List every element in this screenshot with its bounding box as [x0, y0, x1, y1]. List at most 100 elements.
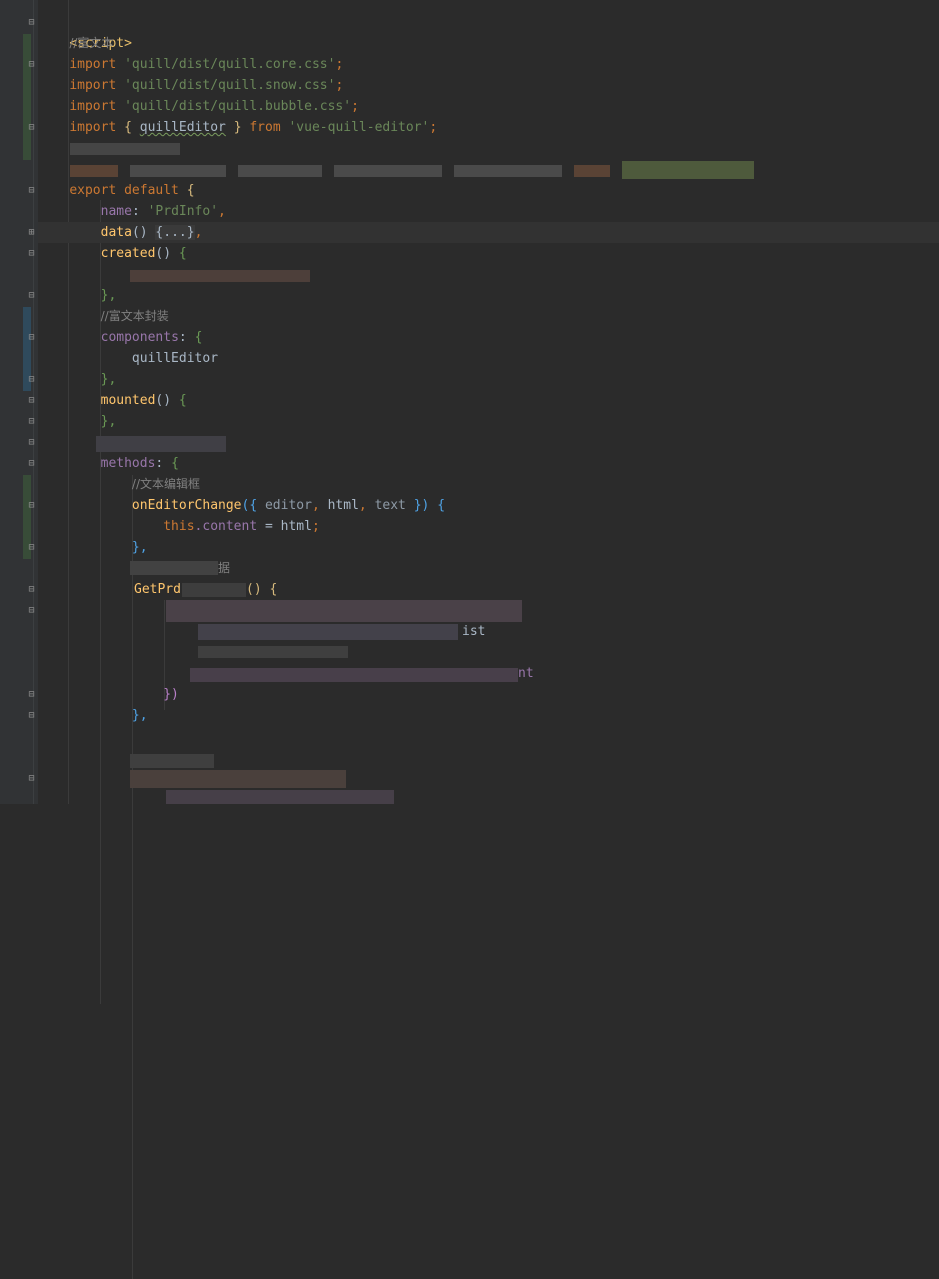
code-line[interactable]: components: { [38, 327, 203, 348]
redacted-code [70, 165, 118, 177]
fold-marker-icon[interactable]: ⊟ [27, 333, 36, 343]
code-line[interactable]: }) [38, 684, 179, 705]
code-line[interactable]: //富文本封装 [38, 306, 169, 327]
keyword: export default [69, 183, 179, 198]
function-name: data [100, 225, 132, 240]
code-line[interactable]: this.content = html; [38, 516, 320, 537]
code-line[interactable]: import 'quill/dist/quill.bubble.css'; [38, 96, 359, 117]
string: 'quill/dist/quill.snow.css' [124, 78, 336, 93]
identifier: quillEditor [131, 351, 219, 366]
comment: 据 [218, 561, 231, 575]
redacted-code [198, 646, 348, 658]
string: 'quill/dist/quill.core.css' [124, 57, 336, 72]
keyword: import [69, 78, 117, 93]
change-marker[interactable] [23, 34, 31, 160]
comment: //文本编辑框 [131, 477, 201, 491]
comment: //富文本封装 [100, 309, 169, 323]
code-line[interactable]: name: 'PrdInfo', [38, 201, 226, 222]
code-line[interactable]: }, [38, 285, 117, 306]
string: 'PrdInfo' [147, 204, 219, 219]
fold-marker-icon[interactable]: ⊟ [27, 438, 36, 448]
fold-marker-icon[interactable]: ⊟ [27, 501, 36, 511]
string: 'quill/dist/quill.bubble.css' [124, 99, 352, 114]
fold-marker-icon[interactable]: ⊟ [27, 774, 36, 784]
fold-marker-icon[interactable]: ⊟ [27, 417, 36, 427]
collapsed-block[interactable]: {...} [155, 225, 195, 240]
redacted-code [190, 668, 518, 682]
code-line[interactable]: mounted() { [38, 390, 187, 411]
fold-marker-icon[interactable]: ⊟ [27, 396, 36, 406]
fold-marker-icon[interactable]: ⊟ [27, 711, 36, 721]
code-line[interactable]: export default { [38, 180, 194, 201]
parameter: html [327, 498, 359, 513]
code-line[interactable]: import { quillEditor } from 'vue-quill-e… [38, 117, 437, 138]
fold-marker-icon[interactable]: ⊟ [27, 690, 36, 700]
function-name: onEditorChange [131, 498, 242, 513]
code-line[interactable]: ist [462, 621, 485, 642]
code-line[interactable]: onEditorChange({ editor, html, text }) { [38, 495, 445, 516]
keyword: this [163, 519, 195, 534]
redacted-code [574, 165, 610, 177]
redacted-code [130, 561, 218, 575]
fold-marker-icon[interactable]: ⊟ [27, 375, 36, 385]
redacted-code [166, 600, 522, 622]
fold-marker-icon[interactable]: ⊟ [27, 186, 36, 196]
code-line[interactable]: //文本编辑框 [38, 474, 200, 495]
redacted-code [166, 790, 394, 804]
code-line[interactable]: () { [246, 579, 277, 600]
code-line[interactable]: //富文本 [38, 33, 113, 54]
property: name [100, 204, 132, 219]
redacted-code [130, 270, 310, 282]
code-line[interactable]: created() { [38, 243, 187, 264]
code-line[interactable]: }, [38, 705, 148, 726]
redacted-code [130, 165, 226, 177]
fold-marker-icon[interactable]: ⊟ [27, 249, 36, 259]
code-line[interactable]: methods: { [38, 453, 179, 474]
code-line[interactable]: <script> [38, 12, 132, 51]
redacted-code [454, 165, 562, 177]
fold-marker-icon[interactable]: ⊟ [27, 291, 36, 301]
code-line[interactable]: }, [38, 537, 148, 558]
redacted-code [130, 754, 214, 768]
identifier: quillEditor [139, 120, 226, 135]
fold-marker-icon[interactable]: ⊟ [27, 60, 36, 70]
fold-marker-icon[interactable]: ⊟ [27, 606, 36, 616]
function-name: GetPrd [134, 582, 181, 597]
fold-marker-icon[interactable]: ⊟ [27, 543, 36, 553]
code-line[interactable]: }, [38, 411, 117, 432]
fold-marker-icon[interactable]: ⊟ [27, 123, 36, 133]
fold-marker-icon[interactable]: ⊟ [27, 585, 36, 595]
code-line[interactable]: nt [518, 663, 534, 684]
fold-marker-icon[interactable]: ⊟ [27, 459, 36, 469]
property: components [100, 330, 179, 345]
code-line[interactable]: GetPrd [134, 579, 181, 600]
code-line[interactable]: }, [38, 369, 117, 390]
string: 'vue-quill-editor' [288, 120, 430, 135]
keyword: from [249, 120, 281, 135]
keyword: import [69, 120, 117, 135]
redacted-code [198, 624, 458, 640]
code-editor[interactable]: ⊟ ⊟ ⊟ ⊟ ⊞ ⊟ ⊟ ⊟ ⊟ ⊟ ⊟ ⊟ ⊟ ⊟ ⊟ ⊟ ⊟ ⊟ ⊟ ⊟ … [0, 0, 939, 1279]
code-line[interactable]: data() {...}, [38, 222, 202, 243]
redacted-code [334, 165, 442, 177]
redacted-code [70, 143, 180, 155]
comment: //富文本 [69, 36, 114, 50]
indent-guide [132, 475, 133, 1279]
code-line[interactable]: 据 [218, 558, 230, 579]
code-line[interactable]: import 'quill/dist/quill.core.css'; [38, 54, 343, 75]
redacted-code [622, 161, 754, 179]
fold-marker-icon[interactable]: ⊞ [27, 228, 36, 238]
redacted-code [182, 583, 246, 597]
property: .content [194, 519, 258, 534]
keyword: import [69, 99, 117, 114]
property: methods [100, 456, 156, 471]
parameter: text [374, 498, 406, 513]
code-line[interactable]: import 'quill/dist/quill.snow.css'; [38, 75, 343, 96]
parameter: editor [264, 498, 312, 513]
redacted-code [238, 165, 322, 177]
fold-marker-icon[interactable]: ⊟ [27, 18, 36, 28]
function-name: mounted [100, 393, 156, 408]
code-line[interactable]: quillEditor [38, 348, 218, 369]
keyword: import [69, 57, 117, 72]
redacted-code [130, 770, 346, 788]
